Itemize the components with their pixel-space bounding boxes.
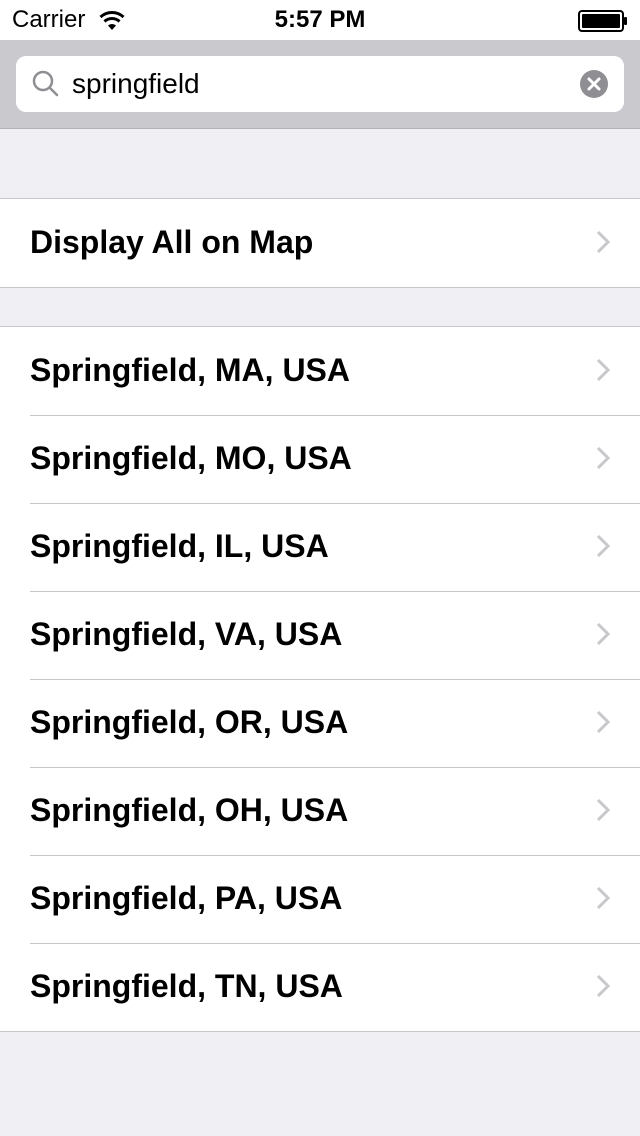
display-all-on-map-row[interactable]: Display All on Map — [0, 199, 640, 287]
result-label: Springfield, PA, USA — [30, 880, 343, 916]
status-time: 5:57 PM — [274, 6, 366, 33]
display-all-label: Display All on Map — [30, 224, 314, 260]
battery-icon — [578, 10, 627, 32]
result-label: Springfield, TN, USA — [30, 968, 343, 1004]
chevron-right-icon — [596, 230, 610, 254]
display-all-section: Display All on Map — [0, 198, 640, 288]
result-row-springfield-tn[interactable]: Springfield, TN, USA — [0, 943, 640, 1031]
chevron-right-icon — [596, 798, 610, 822]
result-label: Springfield, OH, USA — [30, 792, 349, 828]
chevron-right-icon — [596, 358, 610, 382]
chevron-right-icon — [596, 534, 610, 558]
search-input[interactable] — [72, 56, 562, 112]
result-row-springfield-oh[interactable]: Springfield, OH, USA — [0, 767, 640, 855]
result-label: Springfield, OR, USA — [30, 704, 349, 740]
result-row-springfield-mo[interactable]: Springfield, MO, USA — [0, 415, 640, 503]
result-row-springfield-or[interactable]: Springfield, OR, USA — [0, 679, 640, 767]
clear-icon — [587, 77, 601, 91]
search-bar — [0, 40, 640, 129]
search-field[interactable] — [16, 56, 624, 112]
result-row-springfield-il[interactable]: Springfield, IL, USA — [0, 503, 640, 591]
chevron-right-icon — [596, 446, 610, 470]
chevron-right-icon — [596, 974, 610, 998]
results-list: Springfield, MA, USA Springfield, MO, US… — [0, 326, 640, 1032]
result-label: Springfield, MA, USA — [30, 352, 350, 388]
result-label: Springfield, IL, USA — [30, 528, 329, 564]
result-label: Springfield, VA, USA — [30, 616, 343, 652]
result-row-springfield-ma[interactable]: Springfield, MA, USA — [0, 327, 640, 415]
chevron-right-icon — [596, 622, 610, 646]
chevron-right-icon — [596, 710, 610, 734]
result-row-springfield-pa[interactable]: Springfield, PA, USA — [0, 855, 640, 943]
search-icon — [32, 70, 59, 97]
clear-search-button[interactable] — [580, 70, 608, 98]
status-bar: Carrier 5:57 PM — [0, 0, 640, 40]
chevron-right-icon — [596, 886, 610, 910]
result-label: Springfield, MO, USA — [30, 440, 352, 476]
result-row-springfield-va[interactable]: Springfield, VA, USA — [0, 591, 640, 679]
